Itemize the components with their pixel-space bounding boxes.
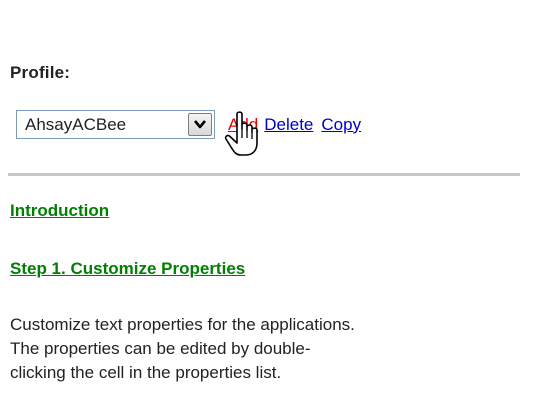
profile-controls: AhsayACBee Add Delete Copy: [16, 110, 361, 139]
delete-profile-link[interactable]: Delete: [264, 115, 313, 135]
step1-description: Customize text properties for the applic…: [10, 313, 534, 385]
hand-pointer-cursor-icon: [224, 111, 258, 156]
introduction-link[interactable]: Introduction: [10, 201, 109, 221]
copy-profile-link[interactable]: Copy: [321, 115, 361, 135]
section-divider: [8, 173, 520, 176]
description-line: The properties can be edited by double-: [10, 339, 311, 358]
profile-select[interactable]: AhsayACBee: [16, 110, 215, 139]
chevron-down-icon[interactable]: [188, 113, 212, 136]
profile-label: Profile:: [10, 63, 71, 82]
description-line: clicking the cell in the properties list…: [10, 363, 282, 382]
step1-customize-properties-link[interactable]: Step 1. Customize Properties: [10, 259, 245, 279]
description-line: Customize text properties for the applic…: [10, 315, 355, 334]
profile-select-value: AhsayACBee: [25, 114, 127, 134]
